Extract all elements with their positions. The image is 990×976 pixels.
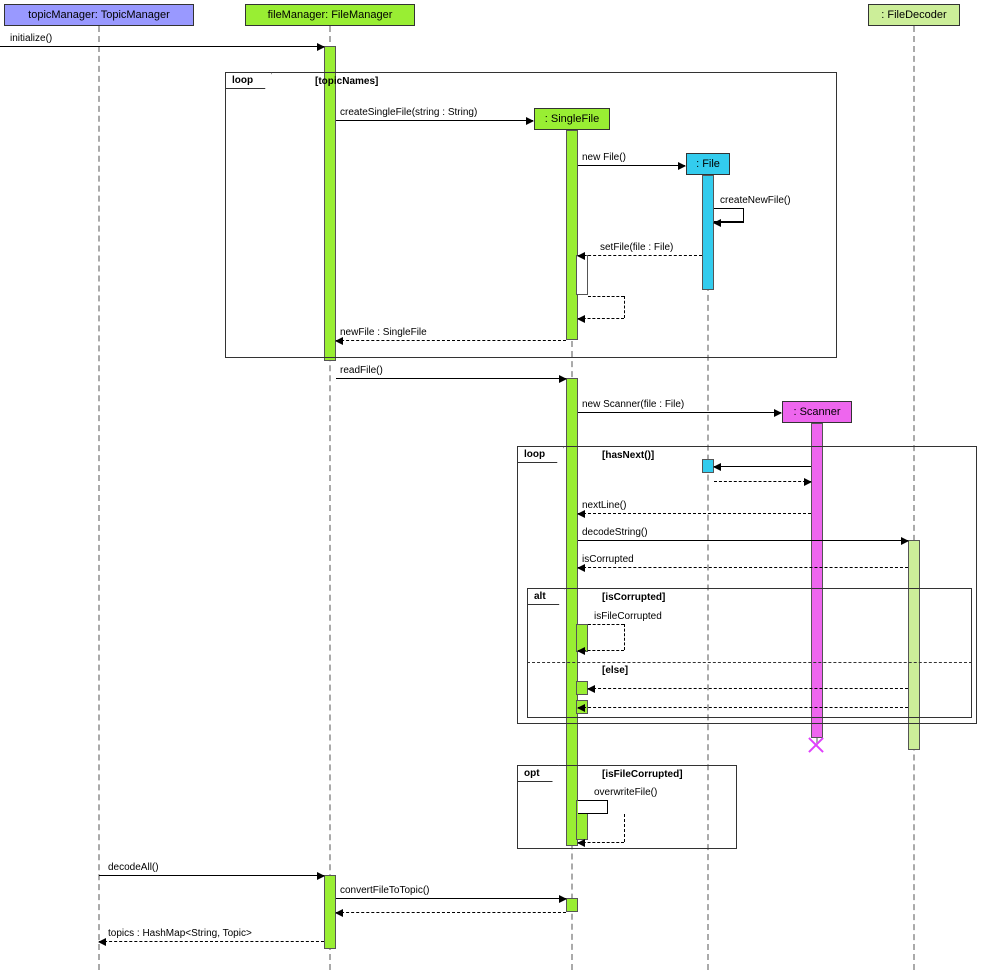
msg-decodestring: decodeString(): [582, 527, 648, 538]
frame-label-loop1: loop: [225, 72, 272, 89]
arrow-else2: [578, 707, 908, 708]
participant-scanner: : Scanner: [782, 401, 852, 423]
arrow-else1: [588, 688, 908, 689]
participant-filemanager: fileManager: FileManager: [245, 4, 415, 26]
alt-divider: [527, 662, 972, 663]
arrow-iscorrupted: [578, 567, 908, 568]
arrow-newfile: [578, 165, 685, 166]
arrow-returnnewfile: [336, 340, 566, 341]
guard-isfilecorrupted: [isFileCorrupted]: [602, 769, 683, 780]
msg-returnnewfile: newFile : SingleFile: [340, 327, 427, 338]
guard-else: [else]: [602, 665, 628, 676]
msg-newscanner: new Scanner(file : File): [582, 399, 684, 410]
arrow-returntopics: [99, 941, 324, 942]
frame-label-alt: alt: [527, 588, 565, 605]
msg-isfilecorrupted: isFileCorrupted: [594, 611, 662, 622]
arrow-newscanner: [578, 412, 781, 413]
msg-readfile: readFile(): [340, 365, 383, 376]
frame-alt: alt: [527, 588, 972, 718]
msg-initialize: initialize(): [10, 33, 52, 44]
activation-singlefile-convert: [566, 898, 578, 912]
msg-newfile: new File(): [582, 152, 626, 163]
guard-hasnext: [hasNext()]: [602, 450, 654, 461]
arrow-decodestring: [578, 540, 908, 541]
guard-topicnames: [topicNames]: [315, 76, 378, 87]
frame-label-opt: opt: [517, 765, 559, 782]
msg-returntopics: topics : HashMap<String, Topic>: [108, 928, 252, 939]
participant-topicmanager: topicManager: TopicManager: [4, 4, 194, 26]
arrow-convertfiletotopic: [336, 898, 566, 899]
arrow-isfilecorrupted: [578, 650, 624, 651]
participant-filedecoder: : FileDecoder: [868, 4, 960, 26]
isfilecorrupted-horiz: [588, 624, 624, 625]
msg-setfile: setFile(file : File): [600, 242, 673, 253]
setfile-return-vert: [624, 296, 625, 318]
isfilecorrupted-vert: [624, 624, 625, 650]
guard-iscorrupted: [isCorrupted]: [602, 592, 665, 603]
msg-decodeall: decodeAll(): [108, 862, 159, 873]
arrow-decodeall: [99, 875, 324, 876]
arrow-hasnext-return: [714, 481, 811, 482]
arrow-nextline: [578, 513, 811, 514]
overwrite-vert: [624, 814, 625, 842]
arrow-hasnext: [714, 466, 811, 467]
setfile-return-horiz: [588, 296, 624, 297]
msg-convertfiletotopic: convertFileToTopic(): [340, 885, 429, 896]
msg-nextline: nextLine(): [582, 500, 626, 511]
arrow-createsinglefile: [336, 120, 533, 121]
arrow-overwrite-return: [578, 842, 624, 843]
msg-createsinglefile: createSingleFile(string : String): [340, 107, 477, 118]
msg-overwritefile: overwriteFile(): [594, 787, 657, 798]
arrow-setfile: [578, 255, 702, 256]
msg-createnewfile: createNewFile(): [720, 195, 791, 206]
msg-iscorrupted: isCorrupted: [582, 554, 634, 565]
lifeline-topicmanager: [98, 26, 100, 970]
scanner-destroy-icon: [806, 734, 826, 754]
arrow-readfile: [336, 378, 566, 379]
arrow-initialize: [0, 46, 324, 47]
self-overwrite: [578, 800, 608, 814]
arrow-createnewfile-return: [714, 222, 744, 223]
frame-loop-topicnames: loop: [225, 72, 837, 358]
arrow-setfile-return: [578, 318, 624, 319]
arrow-convertfiletotopic-return: [336, 912, 566, 913]
frame-label-loop2: loop: [517, 446, 564, 463]
